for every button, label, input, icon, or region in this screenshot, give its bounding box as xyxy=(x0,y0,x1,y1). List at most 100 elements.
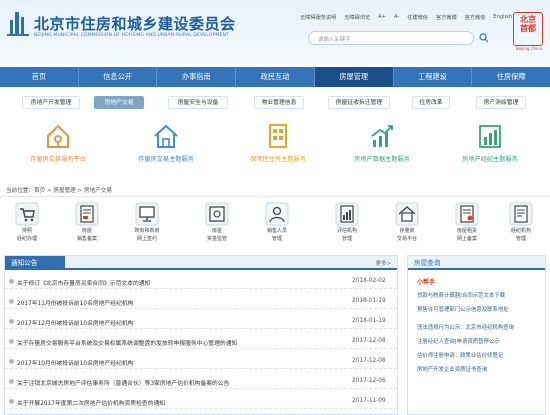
notice-title[interactable]: 2017年10月份被投诉前10名房地产经纪机构 xyxy=(17,358,133,367)
query-link[interactable]: 违法违规行为公示：北京市经纪机构查询 xyxy=(417,323,514,331)
service-label-line2: 管理 xyxy=(341,236,352,242)
service-label-line2: 交易平台 xyxy=(396,236,417,242)
notice-title[interactable]: 2017年12月份被投诉前10名房地产经纪机构 xyxy=(17,318,133,327)
search-input[interactable]: 请输入关键字 xyxy=(308,31,474,45)
nav-housing-security[interactable]: 住房保障 xyxy=(472,67,550,87)
top-link-english[interactable]: English xyxy=(493,14,512,21)
seal-caption: Beijing China xyxy=(515,46,543,51)
service-appraisal[interactable]: 评估机构 管理 xyxy=(326,200,368,250)
notice-date: 2018-01-19 xyxy=(352,298,386,304)
top-link-wechat[interactable]: 住建微信 xyxy=(407,14,428,21)
service-online-signing[interactable]: 既有和新房 网上签约 xyxy=(126,200,168,250)
monitor-icon xyxy=(135,202,159,226)
query-link[interactable]: 预售许可管理部门公示信息及联系地址 xyxy=(417,305,509,313)
platform-label: 存量房交易主题服务 xyxy=(138,156,194,163)
building-grid-icon xyxy=(269,124,287,148)
subnav-development[interactable]: 房地产开发管理 xyxy=(22,96,80,109)
site-subtitle: BEIJING MUNICIPAL COMMISSION OF HOUSING … xyxy=(34,33,229,38)
bullet-icon xyxy=(9,399,14,404)
service-license[interactable]: 持照 经纪办理 xyxy=(6,200,48,250)
service-label-line2: 网上备案 xyxy=(456,236,477,242)
site-title: 北京市住房和城乡建设委员会 xyxy=(34,15,236,33)
service-label-line1: 房屋 xyxy=(211,228,222,234)
top-link-font-up[interactable]: A+ xyxy=(378,14,386,21)
subnav-expropriation[interactable]: 房屋征收拆迁管理 xyxy=(328,96,390,109)
subnav-reform[interactable]: 住房改革 xyxy=(412,96,450,109)
service-label-line2: 资金监管 xyxy=(206,236,227,242)
nav-construction[interactable]: 工程建设 xyxy=(394,67,473,87)
notice-row[interactable]: 关于开展2017年度第二次房地产估价机构资质检查的通知 2017-11-09 xyxy=(5,394,397,409)
query-link[interactable]: 贷款与税费计算器|合同示范文本下载 xyxy=(417,291,505,299)
top-link-font-down[interactable]: A- xyxy=(394,14,399,21)
site-header: 北京市住房和城乡建设委员会 BEIJING MUNICIPAL COMMISSI… xyxy=(0,0,550,64)
nav-service-guide[interactable]: 办事指南 xyxy=(157,67,237,87)
search-icon[interactable] xyxy=(479,33,489,43)
notice-title[interactable]: 关于存量房交易服务平台系统及交易权属系统调整盘的发放转申报服务中心管理的通知 xyxy=(17,338,237,347)
service-rental-record[interactable]: 房屋租赁 网上备案 xyxy=(446,200,488,250)
top-link-barrier-free[interactable]: 无障碍浏览 xyxy=(344,14,370,21)
agency-doc-icon xyxy=(509,202,533,226)
notice-title[interactable]: 关于修订《北京市存量房买卖合同》示范文本的通知 xyxy=(17,278,150,287)
platform-stock-topic[interactable]: 存量房交易主题服务 xyxy=(116,118,216,178)
service-label-line1: 评估机构 xyxy=(336,228,357,234)
top-link-official-wechat[interactable]: 官方微信 xyxy=(465,14,486,21)
nav-home[interactable]: 首页 xyxy=(0,67,79,87)
platform-label: 存量房交易服务平台 xyxy=(30,156,86,163)
notice-row[interactable]: 2017年10月份被投诉前10名房地产经纪机构 2017-12-08 xyxy=(5,354,397,369)
subnav-safety[interactable]: 房屋安全与设备 xyxy=(168,96,228,109)
top-link-weibo[interactable]: 官方微博 xyxy=(436,14,457,21)
person-icon xyxy=(265,202,289,226)
service-sales-staff[interactable]: 销售人员 管理 xyxy=(256,200,298,250)
notice-header: 通知公告 更多> xyxy=(5,256,397,270)
subnav-property[interactable]: 物业管理信息 xyxy=(254,96,304,109)
top-link-accessibility[interactable]: 无障碍服务说明 xyxy=(300,14,336,21)
query-link[interactable]: 房地产开发企业资质证书查询 xyxy=(417,365,487,373)
service-label-line1: 房屋 xyxy=(81,228,92,234)
notice-row[interactable]: 关于注销北京城志房地产评估事务所（普通合伙）等3家房地产估价机构备案的公告 20… xyxy=(5,374,397,389)
house-outline-icon xyxy=(154,124,178,148)
notice-row[interactable]: 关于修订《北京市存量房买卖合同》示范文本的通知 2018-02-02 xyxy=(5,274,397,289)
service-stock-platform[interactable]: 存量房 交易平台 xyxy=(386,200,428,250)
bullet-icon xyxy=(9,359,14,364)
service-fund-supervision[interactable]: 房屋 资金监管 xyxy=(196,200,238,250)
nav-info-disclosure[interactable]: 信息公开 xyxy=(79,67,158,87)
platform-real-estate-data[interactable]: 房地产数据主题服务 xyxy=(332,118,432,178)
query-link[interactable]: 注册经纪人查询|申请资质暂停公示 xyxy=(417,337,500,345)
notice-row[interactable]: 关于存量房交易服务平台系统及交易权属系统调整盘的发放转申报服务中心管理的通知 2… xyxy=(5,334,397,349)
service-label-line1: 既有和新房 xyxy=(134,228,160,234)
service-label-line1: 销售人员 xyxy=(266,228,287,234)
notice-row[interactable]: 2017年11月份被投诉前10名房地产经纪机构 2018-01-19 xyxy=(5,294,397,309)
platform-brokerage[interactable]: 房地产经纪主题服务 xyxy=(440,118,540,178)
notice-date: 2018-01-19 xyxy=(352,318,386,324)
capital-seal: 北京 首都 xyxy=(513,12,543,46)
service-icons: 持照 经纪办理 房屋 销售备案 既有和新房 网上签约 房屋 资金监管 销售人员 … xyxy=(0,200,550,252)
notice-tab[interactable]: 通知公告 xyxy=(5,256,65,270)
service-agency[interactable]: 经纪机构 管理 xyxy=(500,200,542,250)
query-panel: 房屋查询 小帮手 贷款与税费计算器|合同示范文本下载 预售许可管理部门公示信息及… xyxy=(407,255,546,415)
cart-icon xyxy=(15,202,39,226)
platform-affordable-housing[interactable]: 保障性住房主题服务 xyxy=(228,118,328,178)
notice-row[interactable]: 2017年12月份被投诉前10名房地产经纪机构 2018-01-19 xyxy=(5,314,397,329)
service-sales-record[interactable]: 房屋 销售备案 xyxy=(66,200,108,250)
notice-title[interactable]: 关于开展2017年度第二次房地产估价机构资质检查的通知 xyxy=(17,398,165,407)
notice-date: 2017-12-08 xyxy=(352,358,386,364)
subnav-survey[interactable]: 房产测绘管理 xyxy=(476,96,526,109)
platform-stock-trading[interactable]: 存量房交易服务平台 xyxy=(8,118,108,178)
helper-section-label: 小帮手 xyxy=(417,279,436,286)
chart-doc-icon xyxy=(335,202,359,226)
notice-date: 2017-12-08 xyxy=(352,338,386,344)
platform-label: 保障性住房主题服务 xyxy=(250,156,306,163)
nav-interaction[interactable]: 政民互动 xyxy=(236,67,315,87)
divider xyxy=(0,196,550,197)
notice-more-link[interactable]: 更多> xyxy=(376,259,391,267)
page: 北京市住房和城乡建设委员会 BEIJING MUNICIPAL COMMISSI… xyxy=(0,0,550,415)
query-link[interactable]: 估价师注册申请：政策业估价师登记 xyxy=(417,351,503,359)
sale-doc-icon xyxy=(75,202,99,226)
service-label-line1: 房屋租赁 xyxy=(456,228,477,234)
notice-title[interactable]: 关于注销北京城志房地产评估事务所（普通合伙）等3家房地产估价机构备案的公告 xyxy=(17,378,229,387)
notice-title[interactable]: 2017年11月份被投诉前10名房地产经纪机构 xyxy=(17,298,133,307)
subnav-trading[interactable]: 房地产交易 xyxy=(94,96,144,109)
nav-housing-management[interactable]: 房屋管理 xyxy=(314,67,394,87)
notice-date: 2017-11-09 xyxy=(352,398,386,404)
house-key-icon xyxy=(47,124,69,148)
